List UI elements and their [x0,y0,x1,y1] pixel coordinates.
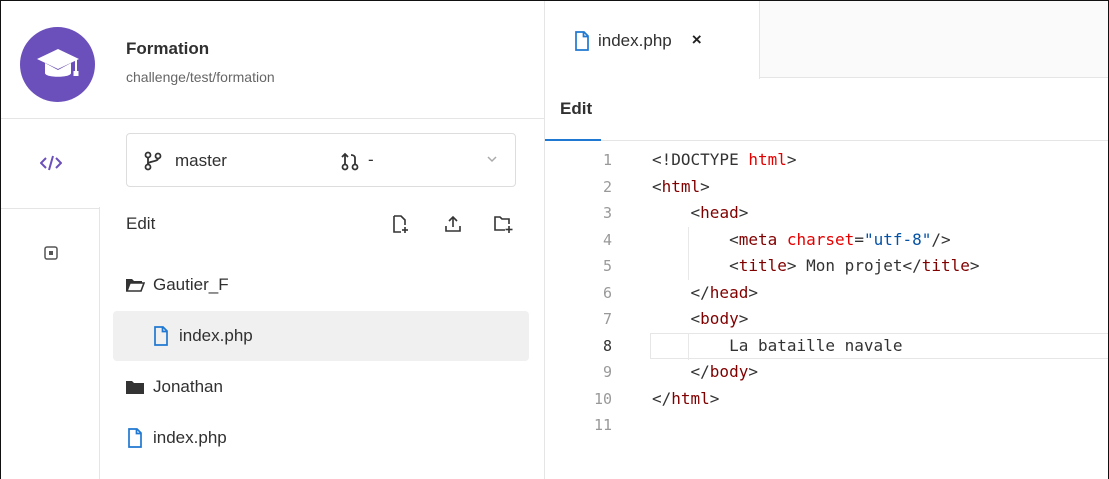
tab-label: index.php [598,31,672,50]
tree-item-label: Jonathan [153,377,223,396]
line-number: 1 [602,151,612,169]
code-editor[interactable]: 1 <!DOCTYPE html> 2 <html> 3 <head> 4 <meta c… [545,147,1108,439]
line-number: 5 [602,257,612,275]
editor-tabbar: index.php × [545,1,1108,79]
merge-request-icon [341,152,359,171]
code-line[interactable]: 6 </head> [545,280,1108,307]
branch-icon [144,151,162,171]
code-icon [39,155,62,171]
pipeline-icon [43,245,58,260]
line-number: 8 [602,336,612,355]
tree-folder-gautier[interactable]: Gautier_F [113,260,529,310]
code-line[interactable]: 10 </html> [545,386,1108,413]
line-number: 4 [602,230,612,249]
folder-open-icon [125,275,145,295]
line-number: 2 [602,177,612,196]
code-line[interactable]: 3 <head> [545,200,1108,227]
line-number: 11 [593,416,612,434]
upload-button[interactable] [443,213,463,235]
tree-item-label: index.php [179,326,253,345]
new-folder-icon [494,216,513,233]
tree-folder-jonathan[interactable]: Jonathan [113,362,529,412]
code-line[interactable]: 8 La bataille navale [545,332,1108,360]
new-folder-button[interactable] [493,213,513,235]
code-line[interactable]: 1 <!DOCTYPE html> [545,147,1108,174]
code-line[interactable]: 7 <body> [545,306,1108,333]
tree-item-label: Gautier_F [153,275,229,294]
line-number: 6 [602,283,612,302]
code-text: <!DOCTYPE html> [652,150,797,169]
activity-rail [1,119,100,479]
code-text: </body> [690,362,758,381]
file-icon [125,428,145,448]
code-line[interactable]: 11 [545,412,1108,439]
file-icon [575,31,589,51]
chevron-down-icon [487,156,497,163]
editor-mode-bar: Edit [545,79,1108,141]
new-file-button[interactable] [390,213,410,235]
tree-file-index-selected[interactable]: index.php [113,311,529,361]
code-text: <html> [652,176,710,196]
branch-name: master [175,151,227,170]
folder-icon [125,377,145,397]
code-text: </html> [652,388,720,408]
new-file-icon [393,215,408,233]
code-line[interactable]: 9 </body> [545,359,1108,386]
line-number: 3 [602,204,612,222]
branch-selector[interactable]: master - [126,133,516,187]
line-number: 10 [593,389,612,408]
merge-request-value: - [368,150,374,169]
code-line[interactable]: 2 <html> [545,174,1108,201]
project-name[interactable]: Formation [126,39,209,59]
file-icon [151,326,171,346]
project-header: Formation challenge/test/formation [1,1,544,119]
tree-file-index[interactable]: index.php [113,413,529,463]
code-line[interactable]: 4 <meta charset="utf-8"/> [545,226,1108,254]
code-text: <body> [690,309,749,328]
code-line[interactable]: 5 <title> Mon projet</title> [545,253,1108,280]
code-text: <title> Mon projet</title> [729,256,980,275]
rail-item-edit[interactable] [1,119,100,207]
line-number: 7 [602,310,612,328]
code-text: <head> [690,203,749,222]
upload-icon [445,215,461,232]
code-text: <meta charset="utf-8"/> [729,229,951,249]
graduation-cap-icon [36,48,79,77]
project-avatar[interactable] [20,27,95,102]
rail-item-pipeline[interactable] [1,208,100,296]
web-ide: Formation challenge/test/formation maste… [0,0,1109,479]
editor-tab-index[interactable]: index.php × [545,1,760,79]
project-path: challenge/test/formation [126,69,275,85]
tree-mode-label: Edit [126,214,156,233]
tab-edit[interactable]: Edit [545,79,601,141]
line-number: 9 [602,363,612,381]
tree-item-label: index.php [153,428,227,447]
close-icon[interactable]: × [692,31,702,49]
editor-pane: index.php × Edit 1 <!DOCTYPE html> 2 <html>… [544,1,1108,479]
code-text: </head> [690,282,758,302]
code-text: La bataille navale [652,335,903,355]
